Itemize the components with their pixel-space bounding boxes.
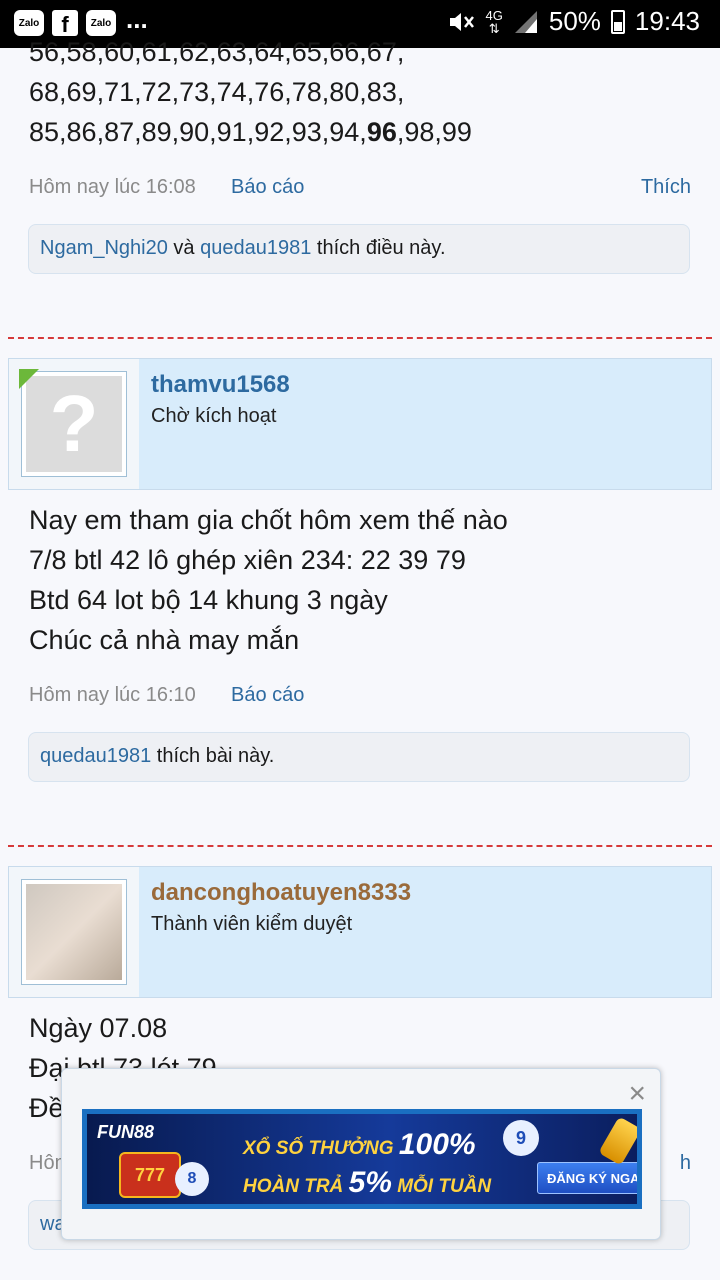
post-3-author: dancongh­oatuyen8333 Thành viên kiểm duy… — [8, 866, 712, 998]
network-label: 4G — [485, 7, 503, 23]
post-line: Nay em tham gia chốt hôm xem thế nào — [29, 505, 508, 535]
liker-link[interactable]: Ngam_Nghi20 — [40, 237, 168, 259]
post-line: Ngày 07.08 — [29, 1013, 168, 1043]
avatar-container: ? — [9, 359, 139, 489]
post-divider — [8, 845, 712, 847]
username-link[interactable]: thamvu1568 — [151, 371, 290, 399]
mute-icon — [449, 12, 474, 31]
post-1-body: 56,58,60,61,62,63,64,65,66,67, 68,69,71,… — [0, 32, 472, 152]
liker-link[interactable]: quedau1981 — [40, 745, 151, 767]
ad-headline: XỔ SỐ THƯỞNG 100% — [243, 1128, 476, 1162]
lottery-ball-icon: 8 — [175, 1162, 209, 1196]
post-timestamp[interactable]: Hôm nay lúc 16:08 — [29, 176, 196, 199]
likes-suffix: thích bài này. — [151, 745, 275, 767]
user-photo-icon — [26, 884, 122, 980]
slot-machine-icon: 777 — [119, 1152, 181, 1198]
network-type: 4G ⇅ — [485, 7, 503, 36]
like-link[interactable]: h — [680, 1152, 691, 1175]
lottery-ball-icon: 9 — [503, 1120, 539, 1156]
post-line: Btd 64 lot bộ 14 khung 3 ngày — [29, 585, 388, 615]
ad-text: XỔ SỐ THƯỞNG — [243, 1138, 399, 1159]
liker-link[interactable]: quedau1981 — [200, 237, 311, 259]
user-title: Chờ kích hoạt — [151, 405, 277, 427]
post-2-author: ? thamvu1568 Chờ kích hoạt — [8, 358, 712, 490]
post-text-segment: 85,86,87,89,90,91,92,93,94, — [29, 117, 367, 147]
post-line: 68,69,71,72,73,74,76,78,80,83, — [29, 77, 405, 107]
signal-icon — [514, 10, 537, 33]
ad-text: MỖI TUẦN — [391, 1176, 492, 1197]
post-line: Chúc cả nhà may mắn — [29, 625, 300, 655]
system-indicators: 4G ⇅ 50% 19:43 — [448, 6, 700, 37]
post-2-meta: Hôm nay lúc 16:10 Báo cáo — [0, 674, 720, 722]
likes-suffix: thích điều này. — [311, 237, 446, 259]
avatar[interactable] — [21, 879, 127, 985]
post-divider — [8, 337, 712, 339]
ad-banner[interactable]: FUN88 777 8 XỔ SỐ THƯỞNG 100% HOÀN TRẢ 5… — [82, 1109, 642, 1209]
likes-summary: quedau1981 thích bài này. — [28, 732, 690, 782]
avatar-container — [9, 867, 139, 997]
ad-popup: × FUN88 777 8 XỔ SỐ THƯỞNG 100% HOÀN TRẢ… — [61, 1068, 661, 1240]
ad-text: HOÀN TRẢ — [243, 1176, 349, 1197]
more-notifications: ... — [126, 3, 148, 34]
post-line: 85,86,87,89,90,91,92,93,94,96,98,99 — [29, 112, 472, 152]
post-2-body: Nay em tham gia chốt hôm xem thế nào 7/8… — [0, 500, 508, 660]
close-icon[interactable]: × — [628, 1079, 646, 1109]
ad-subline: HOÀN TRẢ 5% MỖI TUẦN — [243, 1166, 491, 1200]
online-indicator — [19, 369, 39, 389]
report-link[interactable]: Báo cáo — [231, 684, 304, 707]
likes-summary: Ngam_Nghi20 và quedau1981 thích điều này… — [28, 224, 690, 274]
brand-logo: FUN88 — [97, 1122, 155, 1142]
post-timestamp[interactable]: Hôm nay lúc 16:10 — [29, 684, 196, 707]
ad-banner-content: FUN88 777 8 XỔ SỐ THƯỞNG 100% HOÀN TRẢ 5… — [87, 1114, 637, 1204]
like-link[interactable]: Thích — [641, 176, 691, 199]
battery-percent: 50% — [548, 6, 601, 36]
post-text-segment: ,98,99 — [396, 117, 472, 147]
post-line: 56,58,60,61,62,63,64,65,66,67, — [29, 37, 405, 67]
user-title: Thành viên kiểm duyệt — [151, 913, 353, 935]
likes-and: và — [167, 237, 201, 259]
clock: 19:43 — [634, 6, 700, 36]
ad-highlight: 5% — [348, 1166, 392, 1199]
register-button[interactable]: ĐĂNG KÝ NGAY — [537, 1162, 637, 1194]
default-avatar-icon: ? — [26, 376, 122, 472]
report-link[interactable]: Báo cáo — [231, 176, 304, 199]
post-text-bold: 96 — [366, 117, 397, 147]
battery-icon — [610, 9, 625, 34]
username-link[interactable]: dancongh­oatuyen8333 — [151, 879, 411, 907]
post-1-meta: Hôm nay lúc 16:08 Báo cáo Thích — [0, 166, 720, 214]
coins-icon — [598, 1116, 637, 1166]
ad-highlight: 100% — [398, 1128, 476, 1161]
post-line: 7/8 btl 42 lô ghép xiên 234: 22 39 79 — [29, 545, 466, 575]
